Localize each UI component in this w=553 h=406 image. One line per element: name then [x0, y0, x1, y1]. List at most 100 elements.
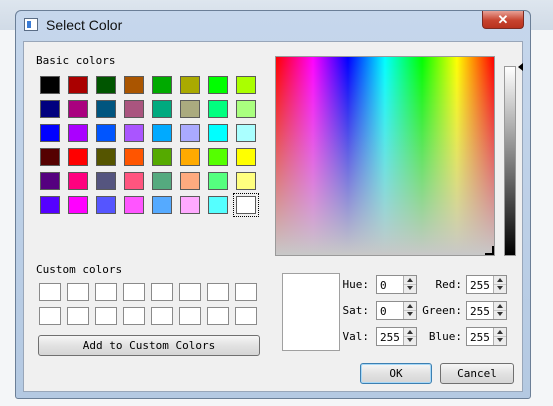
color-spectrum[interactable]: [275, 56, 495, 256]
custom-color-swatch[interactable]: [151, 307, 173, 325]
basic-color-swatch[interactable]: [152, 76, 172, 94]
cancel-button[interactable]: Cancel: [440, 363, 514, 384]
basic-color-swatch[interactable]: [236, 172, 256, 190]
red-spinbox[interactable]: 255: [466, 275, 507, 294]
sat-value[interactable]: 0: [380, 305, 387, 318]
add-to-custom-colors-button[interactable]: Add to Custom Colors: [38, 335, 260, 356]
green-down-arrow-icon[interactable]: [494, 310, 506, 318]
basic-color-swatch[interactable]: [208, 76, 228, 94]
custom-color-swatch[interactable]: [123, 307, 145, 325]
blue-down-arrow-icon[interactable]: [494, 336, 506, 344]
basic-color-swatch[interactable]: [208, 124, 228, 142]
custom-color-swatch[interactable]: [207, 283, 229, 301]
basic-color-swatch[interactable]: [68, 148, 88, 166]
red-value[interactable]: 255: [470, 279, 490, 292]
custom-color-swatch[interactable]: [179, 307, 201, 325]
basic-color-swatch[interactable]: [96, 172, 116, 190]
basic-color-swatch[interactable]: [236, 100, 256, 118]
custom-color-swatch[interactable]: [39, 283, 61, 301]
val-label: Val:: [342, 330, 370, 343]
basic-color-swatch[interactable]: [208, 172, 228, 190]
ok-button[interactable]: OK: [360, 363, 432, 384]
green-value[interactable]: 255: [470, 305, 490, 318]
basic-color-swatch[interactable]: [152, 196, 172, 214]
green-spinbox[interactable]: 255: [466, 301, 507, 320]
dialog-body: Basic colors Custom colors Add to Custom…: [23, 41, 523, 392]
basic-color-swatch[interactable]: [152, 100, 172, 118]
custom-color-swatch[interactable]: [151, 283, 173, 301]
custom-color-swatch[interactable]: [123, 283, 145, 301]
hue-spinbox[interactable]: 0: [376, 275, 417, 294]
basic-color-swatch[interactable]: [40, 124, 60, 142]
sat-label: Sat:: [342, 304, 370, 317]
custom-color-swatch[interactable]: [67, 283, 89, 301]
basic-color-swatch[interactable]: [180, 76, 200, 94]
basic-colors-label: Basic colors: [36, 54, 116, 67]
basic-color-swatch[interactable]: [236, 124, 256, 142]
custom-color-swatch[interactable]: [95, 307, 117, 325]
title-bar[interactable]: Select Color ✕: [16, 11, 530, 39]
basic-color-swatch[interactable]: [68, 172, 88, 190]
basic-color-swatch[interactable]: [152, 124, 172, 142]
close-icon: ✕: [497, 12, 509, 27]
basic-color-swatch[interactable]: [124, 172, 144, 190]
val-down-arrow-icon[interactable]: [404, 336, 416, 344]
basic-color-swatch[interactable]: [68, 124, 88, 142]
custom-color-swatch[interactable]: [235, 283, 257, 301]
custom-color-swatch[interactable]: [95, 283, 117, 301]
basic-color-swatch[interactable]: [124, 196, 144, 214]
basic-color-swatch[interactable]: [68, 76, 88, 94]
custom-color-swatch[interactable]: [207, 307, 229, 325]
basic-color-swatch[interactable]: [124, 148, 144, 166]
close-button[interactable]: ✕: [482, 11, 524, 29]
green-label: Green:: [422, 304, 462, 317]
basic-color-swatch[interactable]: [40, 172, 60, 190]
basic-color-swatch[interactable]: [96, 148, 116, 166]
basic-color-swatch[interactable]: [180, 172, 200, 190]
basic-color-swatch[interactable]: [124, 124, 144, 142]
basic-color-swatch[interactable]: [208, 196, 228, 214]
luminance-arrow-icon[interactable]: [518, 63, 523, 71]
spectrum-crosshair[interactable]: [485, 246, 494, 255]
hue-down-arrow-icon[interactable]: [404, 284, 416, 292]
basic-color-swatch[interactable]: [208, 148, 228, 166]
blue-spinbox[interactable]: 255: [466, 327, 507, 346]
val-value[interactable]: 255: [380, 331, 400, 344]
basic-color-swatch[interactable]: [40, 196, 60, 214]
blue-value[interactable]: 255: [470, 331, 490, 344]
sat-spinbox[interactable]: 0: [376, 301, 417, 320]
basic-color-swatch[interactable]: [96, 124, 116, 142]
sat-down-arrow-icon[interactable]: [404, 310, 416, 318]
basic-color-swatch[interactable]: [40, 76, 60, 94]
basic-color-swatch[interactable]: [96, 76, 116, 94]
window-icon: [24, 18, 38, 31]
basic-color-swatch[interactable]: [180, 100, 200, 118]
custom-color-swatch[interactable]: [235, 307, 257, 325]
basic-color-swatch[interactable]: [96, 196, 116, 214]
basic-color-swatch[interactable]: [152, 172, 172, 190]
basic-color-swatch[interactable]: [236, 148, 256, 166]
basic-color-swatch[interactable]: [236, 196, 256, 214]
basic-color-swatch[interactable]: [180, 124, 200, 142]
luminance-slider[interactable]: [504, 66, 516, 256]
basic-color-swatch[interactable]: [208, 100, 228, 118]
basic-color-swatch[interactable]: [124, 76, 144, 94]
basic-color-swatch[interactable]: [40, 100, 60, 118]
basic-color-swatch[interactable]: [236, 76, 256, 94]
red-down-arrow-icon[interactable]: [494, 284, 506, 292]
basic-color-swatch[interactable]: [68, 196, 88, 214]
basic-color-swatch[interactable]: [180, 148, 200, 166]
custom-color-swatch[interactable]: [39, 307, 61, 325]
basic-color-swatch[interactable]: [152, 148, 172, 166]
basic-color-swatch[interactable]: [180, 196, 200, 214]
val-spinbox[interactable]: 255: [376, 327, 417, 346]
hue-value[interactable]: 0: [380, 279, 387, 292]
basic-color-swatch[interactable]: [96, 100, 116, 118]
custom-color-swatch[interactable]: [179, 283, 201, 301]
basic-color-swatch[interactable]: [40, 148, 60, 166]
custom-color-swatch[interactable]: [67, 307, 89, 325]
basic-color-swatch[interactable]: [68, 100, 88, 118]
basic-color-swatch[interactable]: [124, 100, 144, 118]
red-label: Red:: [435, 278, 463, 291]
custom-colors-label: Custom colors: [36, 263, 123, 276]
